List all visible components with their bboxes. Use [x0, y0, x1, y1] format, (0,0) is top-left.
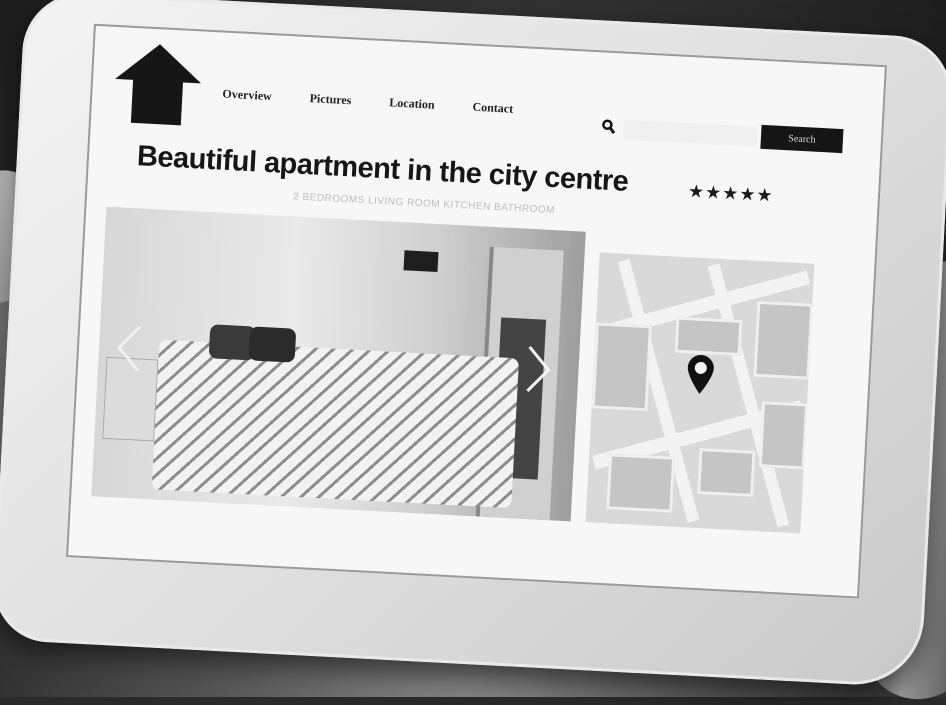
search-icon — [602, 119, 616, 134]
tablet-device: Overview Pictures Location Contact Searc… — [0, 0, 946, 688]
bedroom-photo — [91, 206, 586, 522]
location-map[interactable] — [585, 252, 815, 534]
main-nav: Overview Pictures Location Contact — [222, 87, 513, 117]
search-button[interactable]: Search — [760, 124, 844, 154]
page-title: Beautiful apartment in the city centre — [136, 140, 630, 198]
wall-picture — [403, 250, 439, 273]
rating-stars: ★★★★★ — [687, 181, 775, 206]
nav-item-pictures[interactable]: Pictures — [309, 91, 351, 108]
location-pin-icon[interactable] — [684, 352, 716, 396]
home-icon[interactable] — [111, 37, 206, 132]
tablet-screen: Overview Pictures Location Contact Searc… — [66, 23, 887, 599]
chevron-right-icon[interactable] — [517, 338, 560, 400]
nav-item-contact[interactable]: Contact — [472, 100, 513, 117]
pillow — [248, 326, 297, 363]
nav-item-overview[interactable]: Overview — [222, 87, 272, 105]
room-summary: 2 BEDROOMS LIVING ROOM KITCHEN BATHROOM — [292, 191, 556, 217]
search-input[interactable] — [622, 119, 758, 147]
nav-item-location[interactable]: Location — [389, 95, 435, 112]
chevron-left-icon[interactable] — [108, 317, 151, 379]
bed — [151, 339, 520, 509]
